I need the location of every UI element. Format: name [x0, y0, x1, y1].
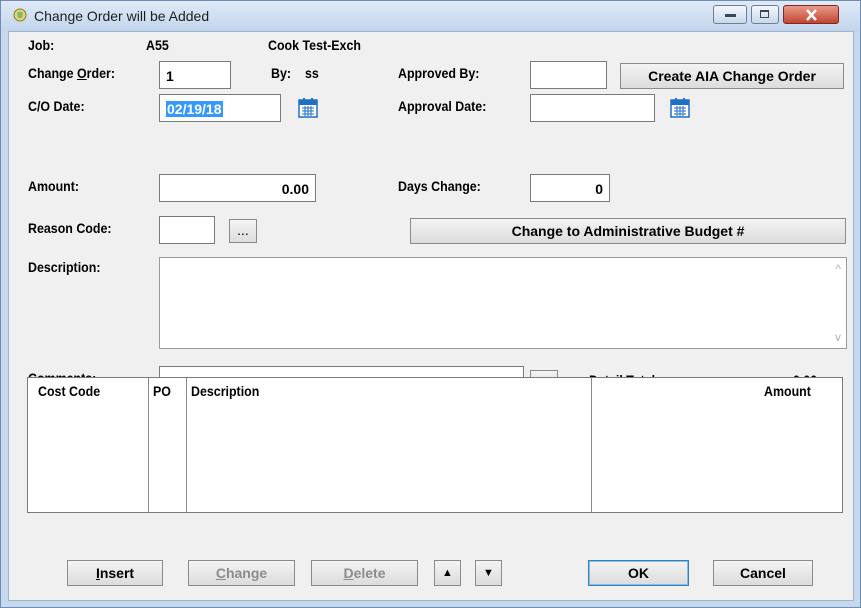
up-arrow-icon: ▲ — [442, 567, 453, 579]
change-order-label: Change Order: — [28, 66, 115, 81]
change-to-admin-budget-button[interactable]: Change to Administrative Budget # — [410, 218, 846, 244]
amount-label: Amount: — [28, 179, 80, 194]
amount-field[interactable]: 0.00 — [159, 174, 316, 202]
maximize-button[interactable] — [751, 5, 779, 24]
days-change-label: Days Change: — [398, 179, 481, 194]
days-change-field[interactable]: 0 — [530, 174, 610, 202]
change-mnemonic: C — [215, 565, 226, 581]
job-number: A55 — [146, 38, 169, 53]
column-header-po[interactable]: PO — [153, 384, 171, 399]
change-order-label-prefix: Change — [28, 66, 78, 81]
column-header-description[interactable]: Description — [191, 384, 259, 399]
dialog-window: Change Order will be Added Job: A55 Cook… — [0, 0, 861, 608]
reason-code-label: Reason Code: — [28, 221, 112, 236]
title-bar[interactable]: Change Order will be Added — [1, 1, 860, 31]
down-arrow-icon: ▼ — [483, 567, 494, 579]
insert-button[interactable]: Insert — [67, 560, 163, 586]
ok-button[interactable]: OK — [588, 560, 689, 586]
approval-date-calendar-icon[interactable] — [669, 97, 691, 119]
move-up-button[interactable]: ▲ — [434, 560, 461, 586]
column-divider — [148, 378, 149, 512]
change-order-number-field[interactable]: 1 — [159, 61, 231, 89]
minimize-icon — [725, 14, 736, 17]
by-value: ss — [305, 66, 319, 81]
window-title: Change Order will be Added — [34, 8, 210, 24]
create-aia-change-order-button[interactable]: Create AIA Change Order — [620, 63, 844, 89]
minimize-button[interactable] — [713, 5, 747, 24]
app-icon — [13, 8, 27, 22]
reason-code-browse-button[interactable]: ... — [229, 219, 257, 243]
close-button[interactable] — [783, 5, 839, 24]
scroll-down-icon[interactable]: v — [835, 330, 841, 344]
change-order-label-suffix: rder: — [86, 66, 115, 81]
cancel-button[interactable]: Cancel — [713, 560, 813, 586]
move-down-button[interactable]: ▼ — [475, 560, 502, 586]
co-date-calendar-icon[interactable] — [297, 97, 319, 119]
column-divider — [186, 378, 187, 512]
approved-by-label: Approved By: — [398, 66, 480, 81]
co-date-value: 02/19/18 — [166, 101, 223, 117]
dialog-body: Job: A55 Cook Test-Exch Change Order: 1 … — [8, 31, 854, 601]
job-label: Job: — [28, 38, 55, 53]
cost-detail-grid[interactable]: Cost Code PO Description Amount — [27, 377, 843, 513]
maximize-icon — [760, 10, 769, 18]
approval-date-field[interactable] — [530, 94, 655, 122]
column-divider — [591, 378, 592, 512]
close-icon — [806, 9, 817, 21]
column-header-cost-code[interactable]: Cost Code — [38, 384, 100, 399]
description-label: Description: — [28, 260, 101, 275]
change-button[interactable]: Change — [188, 560, 295, 586]
scroll-up-icon[interactable]: ^ — [835, 262, 841, 276]
delete-button[interactable]: Delete — [311, 560, 418, 586]
delete-mnemonic: D — [343, 565, 354, 581]
column-header-amount[interactable]: Amount — [764, 384, 811, 399]
description-textarea[interactable]: ^ v — [159, 257, 847, 349]
insert-label: nsert — [99, 565, 135, 581]
job-name: Cook Test-Exch — [268, 38, 361, 53]
co-date-label: C/O Date: — [28, 99, 85, 114]
reason-code-field[interactable] — [159, 216, 215, 244]
delete-label: elete — [353, 565, 386, 581]
approved-by-field[interactable] — [530, 61, 607, 89]
by-label: By: — [271, 66, 292, 81]
approval-date-label: Approval Date: — [398, 99, 487, 114]
change-order-label-mnemonic: O — [77, 66, 87, 81]
change-label: hange — [225, 565, 268, 581]
co-date-field[interactable]: 02/19/18 — [159, 94, 281, 122]
